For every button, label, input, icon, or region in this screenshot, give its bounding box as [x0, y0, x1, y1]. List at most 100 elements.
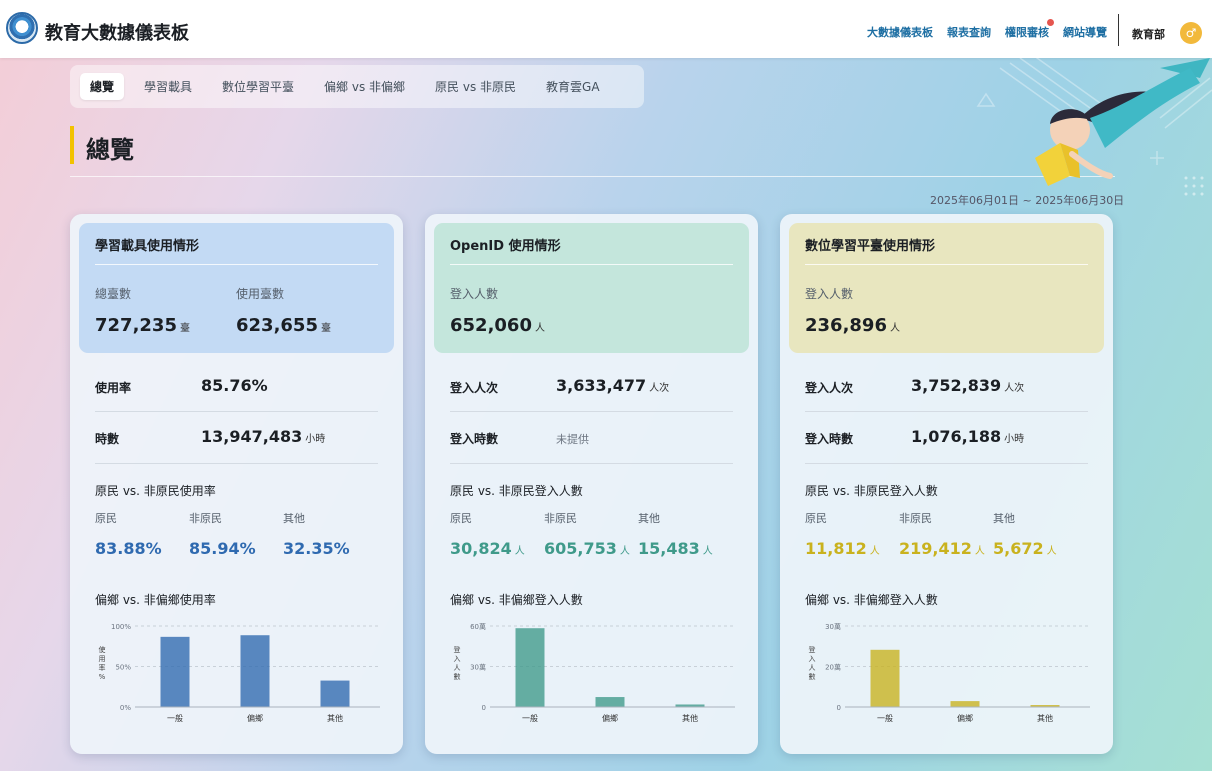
x-tick-label: 其他 [327, 713, 343, 723]
nav-sitemap-link[interactable]: 網站導覽 [1063, 24, 1107, 40]
tab-learning-device[interactable]: 學習載具 [134, 73, 202, 100]
tab-rural[interactable]: 偏鄉 vs 非偏鄉 [314, 73, 415, 100]
x-tick-label: 偏鄉 [602, 713, 618, 723]
metric-value: 727,235 臺 [95, 315, 190, 336]
rural-section-title: 偏鄉 vs. 非偏鄉登入人數 [805, 593, 938, 607]
section-divider [70, 176, 1115, 177]
metric-label: 登入人數 [805, 287, 854, 301]
tab-bar: 總覽 學習載具 數位學習平臺 偏鄉 vs 非偏鄉 原民 vs 非原民 教育雲GA [70, 65, 644, 108]
indigenous-group-label: 原民 [95, 512, 117, 525]
row-divider [805, 463, 1088, 464]
rural-bar-chart: 0 20萬 30萬登入人數一般 偏鄉 其他 [809, 622, 1090, 723]
row-divider [95, 463, 378, 464]
row-value: 85.76% [201, 376, 271, 395]
card-top-panel: 學習載具使用情形 總臺數 727,235 臺使用臺數 623,655 臺 [79, 223, 394, 353]
bar-2[interactable] [320, 680, 350, 708]
y-axis-label-char: 率 [99, 663, 106, 672]
indigenous-unit: 人 [702, 546, 713, 557]
indigenous-number: 11,812 [805, 539, 867, 558]
top-header: 教育大數據儀表板 大數據儀表板 報表查詢 權限審核 網站導覽 教育部 ♂ [0, 0, 1212, 58]
y-tick-label: 30萬 [825, 622, 841, 631]
bar-0[interactable] [160, 636, 190, 708]
x-tick-label: 一般 [167, 713, 183, 723]
metric-value: 652,060 人 [450, 315, 545, 336]
metric-unit: 臺 [320, 323, 331, 334]
y-axis-label-char: 使 [99, 645, 106, 654]
row-divider [450, 411, 733, 412]
indigenous-group-value: 219,412 人 [899, 539, 985, 558]
indigenous-number: 219,412 [899, 539, 972, 558]
y-tick-label: 0 [837, 704, 841, 712]
indigenous-group-value: 11,812 人 [805, 539, 880, 558]
metric-number: 727,235 [95, 315, 177, 336]
page-title: 總覽 [86, 136, 134, 164]
row-number: 13,947,483 [201, 427, 303, 446]
nav-report-link[interactable]: 報表查詢 [947, 24, 991, 40]
tab-digital-platform[interactable]: 數位學習平臺 [212, 73, 304, 100]
metric-number: 623,655 [236, 315, 318, 336]
org-name[interactable]: 教育部 [1132, 26, 1165, 42]
indigenous-group-label: 非原民 [189, 512, 222, 525]
y-axis-label-char: 入 [809, 655, 816, 663]
y-tick-label: 100% [111, 623, 131, 631]
indigenous-number: 605,753 [544, 539, 617, 558]
indigenous-group-value: 32.35% [283, 539, 353, 558]
metric-unit: 人 [889, 323, 900, 334]
rural-bar-chart: 0% 50% 100% 使用率% 一般 偏鄉 其他 [99, 623, 380, 723]
rural-section-title: 偏鄉 vs. 非偏鄉使用率 [95, 593, 216, 607]
ministry-logo-icon[interactable] [6, 12, 38, 44]
indigenous-group-value: 85.94% [189, 539, 259, 558]
row-value: 1,076,188 小時 [911, 427, 1024, 446]
tab-education-cloud-ga[interactable]: 教育雲GA [536, 73, 610, 100]
bar-1[interactable] [595, 697, 625, 708]
site-title[interactable]: 教育大數據儀表板 [45, 19, 189, 45]
bar-1[interactable] [240, 635, 270, 708]
row-label: 使用率 [95, 381, 132, 395]
card-top-panel: OpenID 使用情形 登入人數 652,060 人 [434, 223, 749, 353]
bar-0[interactable] [515, 628, 545, 708]
x-tick-label: 其他 [1037, 713, 1053, 723]
date-range[interactable]: 2025年06月01日 ~ 2025年06月30日 [930, 192, 1124, 208]
row-divider [805, 411, 1088, 412]
bar-1[interactable] [950, 701, 980, 708]
row-number: 3,752,839 [911, 376, 1002, 395]
card-title: 數位學習平臺使用情形 [805, 235, 1088, 265]
tab-overview[interactable]: 總覽 [80, 73, 125, 100]
indigenous-unit: 人 [1046, 546, 1057, 557]
x-tick-label: 偏鄉 [957, 713, 973, 723]
row-label: 登入時數 [805, 432, 854, 446]
metric-number: 236,896 [805, 315, 887, 336]
nav-dashboard-link[interactable]: 大數據儀表板 [867, 24, 933, 40]
row-value: 3,752,839 人次 [911, 376, 1024, 395]
x-tick-label: 其他 [682, 713, 698, 723]
reading-girl-illustration [976, 58, 1212, 196]
y-axis-label-char: 登 [454, 645, 461, 654]
metric-label: 使用臺數 [236, 287, 285, 301]
rural-bar-chart: 0 30萬 60萬登入人數一般 偏鄉 其他 [454, 622, 735, 723]
nav-permission-link[interactable]: 權限審核 [1005, 19, 1054, 40]
indigenous-group-label: 其他 [283, 512, 305, 525]
indigenous-group-value: 15,483 人 [638, 539, 713, 558]
indigenous-number: 83.88% [95, 539, 162, 558]
nav-permission-label: 權限審核 [1005, 26, 1049, 39]
indigenous-unit: 人 [974, 546, 985, 557]
row-label: 登入時數 [450, 432, 499, 446]
y-tick-label: 50% [115, 664, 131, 672]
y-tick-label: 30萬 [470, 663, 486, 672]
card-title: OpenID 使用情形 [450, 235, 733, 265]
y-tick-label: 20萬 [825, 663, 841, 672]
bar-0[interactable] [870, 649, 900, 708]
x-tick-label: 一般 [877, 713, 893, 723]
row-number: 未提供 [556, 433, 589, 446]
row-label: 時數 [95, 432, 120, 446]
metric-unit: 人 [534, 323, 545, 334]
indigenous-group-label: 其他 [638, 512, 660, 525]
y-axis-label-char: 數 [809, 672, 816, 681]
indigenous-unit: 人 [869, 546, 880, 557]
row-value: 未提供 [556, 431, 592, 447]
indigenous-unit: 人 [619, 546, 630, 557]
metric-label: 總臺數 [95, 287, 132, 301]
rural-section-title: 偏鄉 vs. 非偏鄉登入人數 [450, 593, 583, 607]
user-avatar[interactable]: ♂ [1180, 22, 1202, 44]
tab-indigenous[interactable]: 原民 vs 非原民 [425, 73, 526, 100]
